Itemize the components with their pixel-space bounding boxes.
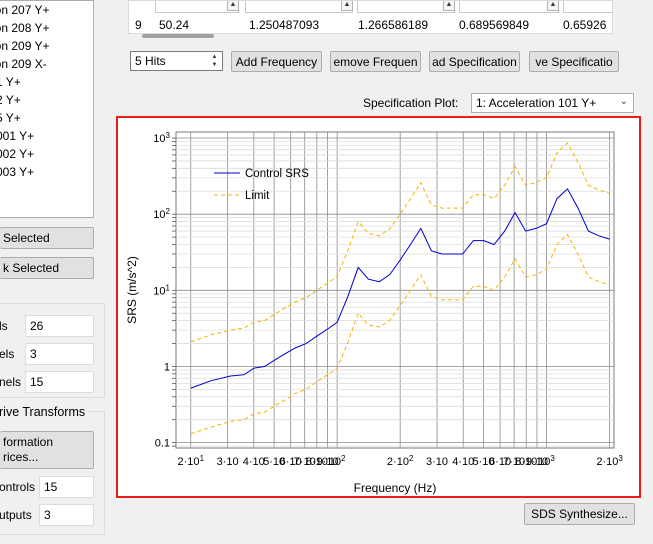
x-tick-label: 103 <box>538 454 555 468</box>
button-line: rices... <box>3 450 39 464</box>
x-tick-label: 3·10 <box>217 456 239 468</box>
field-value[interactable]: 15 <box>25 371 94 393</box>
transformation-matrices-button[interactable]: formation rices... <box>0 431 94 469</box>
field-label: nels <box>0 375 22 389</box>
x-tick-label: 2·103 <box>596 454 623 468</box>
list-item[interactable]: 5 Y+ <box>0 109 21 127</box>
hits-spinbox[interactable]: 5 Hits ▲ ▼ <box>130 51 223 71</box>
hits-value: 5 Hits <box>135 54 166 68</box>
channel-pane: ion 207 Y+ ion 208 Y+ ion 209 Y+ ion 209… <box>0 0 105 544</box>
save-specification-button[interactable]: ve Specificatio <box>529 51 619 72</box>
table-cell[interactable]: 0.689569849 <box>459 16 529 33</box>
cell-input[interactable] <box>357 1 455 13</box>
spec-plot-select[interactable]: 1: Acceleration 101 Y+ ⌄ <box>471 93 634 113</box>
remove-frequency-button[interactable]: emove Frequen <box>330 51 421 72</box>
field-label: ls <box>0 319 8 333</box>
list-item[interactable]: 003 Y+ <box>0 163 34 181</box>
add-frequency-button[interactable]: Add Frequency <box>231 51 322 72</box>
cell-input[interactable] <box>245 1 353 13</box>
y-axis-label: SRS (m/s^2) <box>125 256 139 324</box>
table-cell[interactable]: 0.65926 <box>563 16 606 33</box>
y-tick-label: 102 <box>153 207 170 221</box>
cell-input[interactable] <box>563 1 612 13</box>
spin-up-icon[interactable]: ▲ <box>443 1 455 11</box>
x-axis-label: Frequency (Hz) <box>354 481 437 495</box>
outputs-value[interactable]: 3 <box>39 504 94 526</box>
list-item[interactable]: 1 Y+ <box>0 73 21 91</box>
x-tick-label: 2·101 <box>178 454 205 468</box>
list-item[interactable]: 002 Y+ <box>0 145 34 163</box>
list-item[interactable]: ion 209 X- <box>0 55 47 73</box>
table-cell[interactable]: 1.250487093 <box>249 16 319 33</box>
channel-list[interactable]: ion 207 Y+ ion 208 Y+ ion 209 Y+ ion 209… <box>0 0 94 218</box>
spin-up-icon[interactable]: ▲ <box>341 1 353 11</box>
spin-arrows[interactable]: ▲ ▼ <box>208 53 221 69</box>
chevron-down-icon: ⌄ <box>619 96 628 107</box>
spec-plot-label: Specification Plot: <box>363 96 459 110</box>
spin-up-icon[interactable]: ▲ <box>547 1 559 11</box>
row-number: 9 <box>135 18 142 32</box>
field-value[interactable]: 26 <box>25 315 94 337</box>
list-item[interactable]: 001 Y+ <box>0 127 34 145</box>
y-tick-label: 101 <box>153 283 170 297</box>
list-item[interactable]: ion 207 Y+ <box>0 1 50 19</box>
spin-up-icon[interactable]: ▲ <box>208 53 221 61</box>
load-specification-button[interactable]: ad Specification <box>429 51 520 72</box>
specification-pane: ▲ ▲ ▲ ▲ 9 50.24 1.250487093 1.266586189 … <box>110 0 653 544</box>
srs-chart-panel: 0.1 1 101 102 103 2·101 3·10 4·10 5·10 6·10 7·10 8·… <box>116 116 641 498</box>
list-item[interactable]: ion 209 Y+ <box>0 37 50 55</box>
legend-label: Limit <box>245 190 270 202</box>
k-selected-button[interactable]: k Selected <box>0 257 94 279</box>
x-tick-label: 4·10 <box>243 456 265 468</box>
y-tick-label: 0.1 <box>155 438 170 450</box>
x-tick-label: 2·102 <box>387 454 414 468</box>
spec-plot-value: 1: Acceleration 101 Y+ <box>476 96 597 110</box>
y-tick-label: 103 <box>153 131 170 145</box>
spin-up-icon[interactable]: ▲ <box>227 1 239 11</box>
x-tick-label: 3·10 <box>426 456 448 468</box>
field-value[interactable]: 3 <box>25 343 94 365</box>
y-tick-label: 1 <box>164 361 170 373</box>
list-item[interactable]: ion 208 Y+ <box>0 19 50 37</box>
legend-label: Control SRS <box>245 168 309 180</box>
x-tick-label: 4·10 <box>452 456 474 468</box>
x-tick-label: 102 <box>329 454 346 468</box>
button-line: formation <box>3 435 54 449</box>
sds-synthesize-button[interactable]: SDS Synthesize... <box>524 503 635 525</box>
controls-value[interactable]: 15 <box>39 476 94 498</box>
srs-chart[interactable]: 0.111011021032·101 3·10 4·105·106·107·108·… <box>118 118 639 496</box>
table-scrollbar[interactable] <box>142 34 214 38</box>
spin-down-icon[interactable]: ▼ <box>208 61 221 69</box>
field-label: els <box>0 347 15 361</box>
table-cell[interactable]: 1.266586189 <box>358 16 428 33</box>
outputs-label: utputs <box>0 508 32 522</box>
drive-transforms-title: rive Transforms <box>0 404 88 420</box>
frequency-table[interactable]: ▲ ▲ ▲ ▲ 9 50.24 1.250487093 1.266586189 … <box>128 0 613 34</box>
table-cell[interactable]: 50.24 <box>159 16 189 33</box>
controls-label: ontrols <box>0 480 36 494</box>
list-item[interactable]: 2 Y+ <box>0 91 21 109</box>
cell-input[interactable] <box>459 1 559 13</box>
selected-button[interactable]: Selected <box>0 227 94 249</box>
